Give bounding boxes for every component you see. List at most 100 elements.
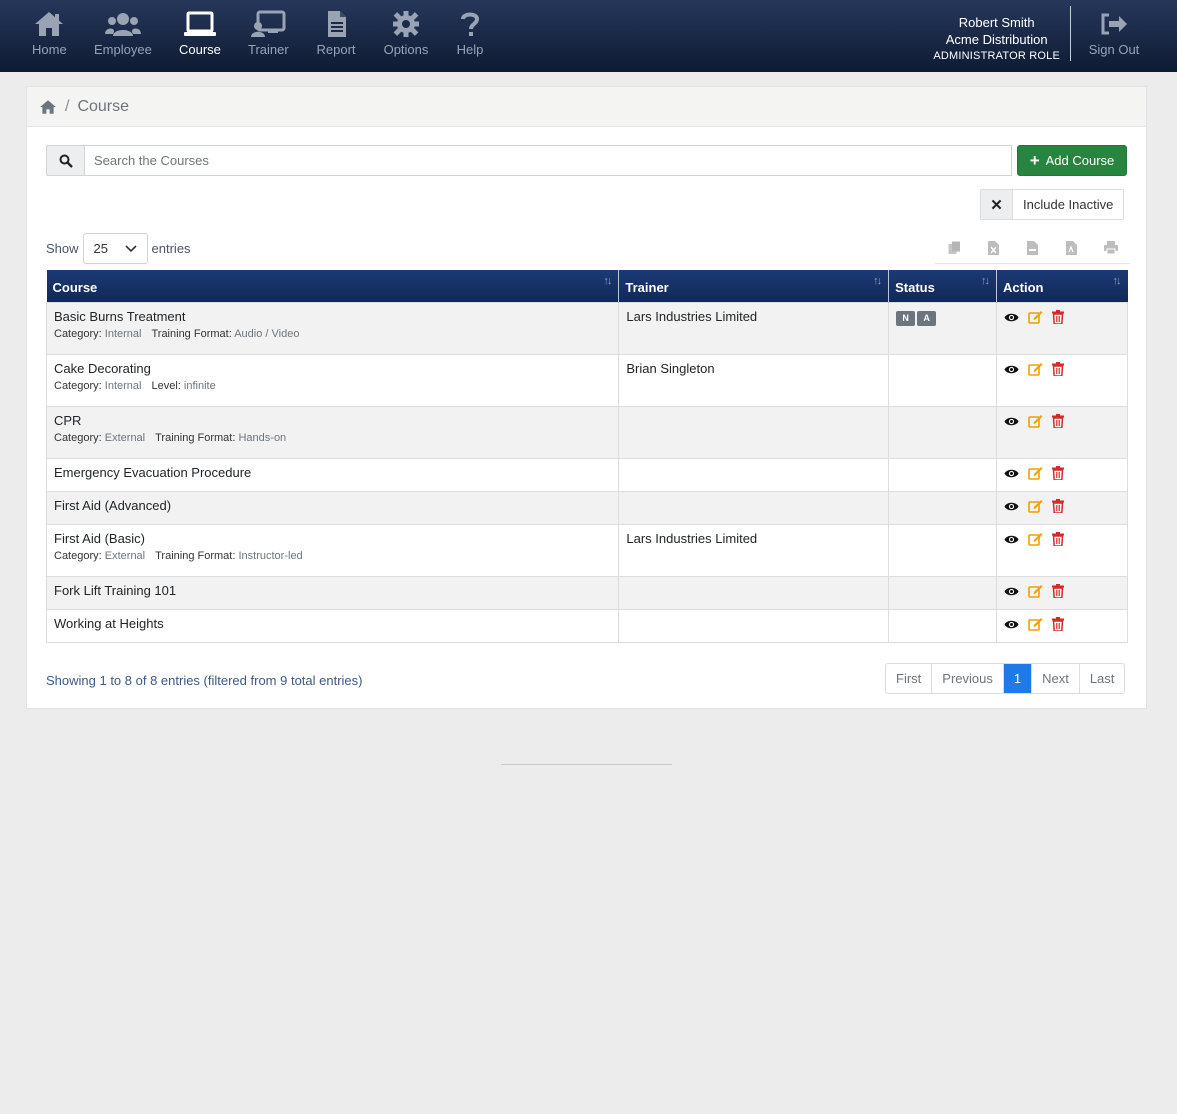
view-icon[interactable] [1004,500,1019,515]
search-input[interactable] [84,145,1012,176]
edit-icon[interactable] [1028,532,1043,549]
meta-value: External [104,431,146,444]
cell-status [888,457,998,492]
column-header-label: Action [1003,279,1044,295]
cell-trainer: Brian Singleton [618,353,890,407]
cell-action [996,608,1128,643]
table-row[interactable]: CPR Category: External Training Format: Ha… [45,405,1128,459]
page-next-button[interactable]: Next [1032,664,1080,693]
nav-home-label: Home [32,42,67,57]
nav-course[interactable]: Course [179,10,221,57]
meta-key: Category: [54,327,102,340]
edit-icon[interactable] [1028,310,1043,327]
course-name[interactable]: First Aid (Basic) [54,531,611,546]
edit-icon[interactable] [1028,414,1043,431]
table-row[interactable]: Emergency Evacuation Procedure [45,457,1128,492]
page-length-select[interactable]: 25 [82,233,148,264]
delete-icon[interactable] [1052,583,1065,601]
edit-icon[interactable] [1028,617,1043,634]
delete-icon[interactable] [1052,498,1065,516]
excel-button[interactable] [974,232,1013,264]
delete-icon[interactable] [1052,616,1065,634]
cell-trainer [618,405,890,459]
breadcrumb-separator: / [65,97,70,115]
entries-label: entries [151,241,191,256]
nav-home[interactable]: Home [32,10,67,57]
edit-icon[interactable] [1028,362,1043,379]
breadcrumb-current: Course [77,97,130,115]
delete-icon[interactable] [1052,413,1065,431]
page-current-button[interactable]: 1 [1003,664,1033,693]
course-name[interactable]: Working at Heights [54,616,611,631]
edit-icon[interactable] [1028,466,1043,483]
view-icon[interactable] [1004,585,1019,600]
delete-icon[interactable] [1052,465,1065,483]
table-row[interactable]: Cake Decorating Category: Internal Level: … [45,353,1128,407]
question-icon [461,12,480,36]
show-label: Show [46,241,79,256]
nav-employee[interactable]: Employee [94,10,152,57]
view-icon[interactable] [1004,533,1019,548]
delete-icon[interactable] [1052,531,1065,549]
view-icon[interactable] [1004,467,1019,482]
meta-value: Hands-on [238,431,287,444]
page-first-button[interactable]: First [886,664,933,693]
cell-trainer [618,608,890,643]
page-last-button[interactable]: Last [1080,664,1125,693]
edit-icon[interactable] [1028,499,1043,516]
nav-help[interactable]: Help [456,10,484,57]
csv-button[interactable] [1013,232,1052,264]
print-button[interactable] [1091,232,1130,264]
nav-trainer[interactable]: Trainer [248,10,289,57]
column-header-status[interactable]: Status ↑↓ [888,270,998,302]
search-bar [46,145,1012,176]
cell-action [996,523,1128,577]
table-row[interactable]: Basic Burns Treatment Category: Internal T… [45,301,1128,355]
course-name[interactable]: Emergency Evacuation Procedure [54,465,611,480]
table-header-row: Course ↑↓ Trainer ↑↓ Status ↑↓ Action ↑↓ [46,270,1128,302]
table-row[interactable]: Fork Lift Training 101 [45,575,1128,610]
home-icon[interactable] [39,99,57,115]
column-header-label: Status [895,279,935,295]
table-row[interactable]: First Aid (Advanced) [45,490,1128,525]
view-icon[interactable] [1004,363,1019,378]
nav-report[interactable]: Report [316,10,356,57]
column-header-action[interactable]: Action ↑↓ [996,270,1128,302]
column-header-course[interactable]: Course ↑↓ [46,270,620,302]
table-row[interactable]: First Aid (Basic) Category: External Train… [45,523,1128,577]
include-inactive-toggle[interactable]: ✕ Include Inactive [980,189,1125,220]
cell-action [996,575,1128,610]
page-length-control: Show 25 entries [46,233,191,264]
cell-trainer: Lars Industries Limited [618,301,890,355]
view-icon[interactable] [1004,415,1019,430]
course-name[interactable]: Cake Decorating [54,361,611,376]
page-previous-button[interactable]: Previous [932,664,1004,693]
course-name[interactable]: First Aid (Advanced) [54,498,611,513]
nav-options[interactable]: Options [383,10,429,57]
view-icon[interactable] [1004,311,1019,326]
add-course-button[interactable]: + Add Course [1017,145,1127,176]
delete-icon[interactable] [1052,361,1065,379]
column-header-trainer[interactable]: Trainer ↑↓ [618,270,890,302]
copy-button[interactable] [935,232,974,264]
pdf-button[interactable] [1052,232,1091,264]
nav-help-label: Help [456,42,484,57]
table-row[interactable]: Working at Heights [45,608,1128,643]
cell-action [996,405,1128,459]
pagination: First Previous 1 Next Last [885,663,1126,694]
cell-trainer [618,457,890,492]
close-icon[interactable]: ✕ [981,190,1013,219]
delete-icon[interactable] [1052,309,1065,327]
cell-course: Basic Burns Treatment Category: Internal T… [45,301,620,355]
sign-out-button[interactable]: Sign Out [1087,10,1141,57]
search-button[interactable] [46,145,84,176]
course-name[interactable]: Basic Burns Treatment [54,309,611,324]
cell-status [888,523,998,577]
cell-trainer: Lars Industries Limited [618,523,890,577]
include-inactive-label: Include Inactive [1013,190,1124,219]
nav-trainer-label: Trainer [248,42,289,57]
course-name[interactable]: CPR [54,413,611,428]
edit-icon[interactable] [1028,584,1043,601]
view-icon[interactable] [1004,618,1019,633]
course-name[interactable]: Fork Lift Training 101 [54,583,611,598]
